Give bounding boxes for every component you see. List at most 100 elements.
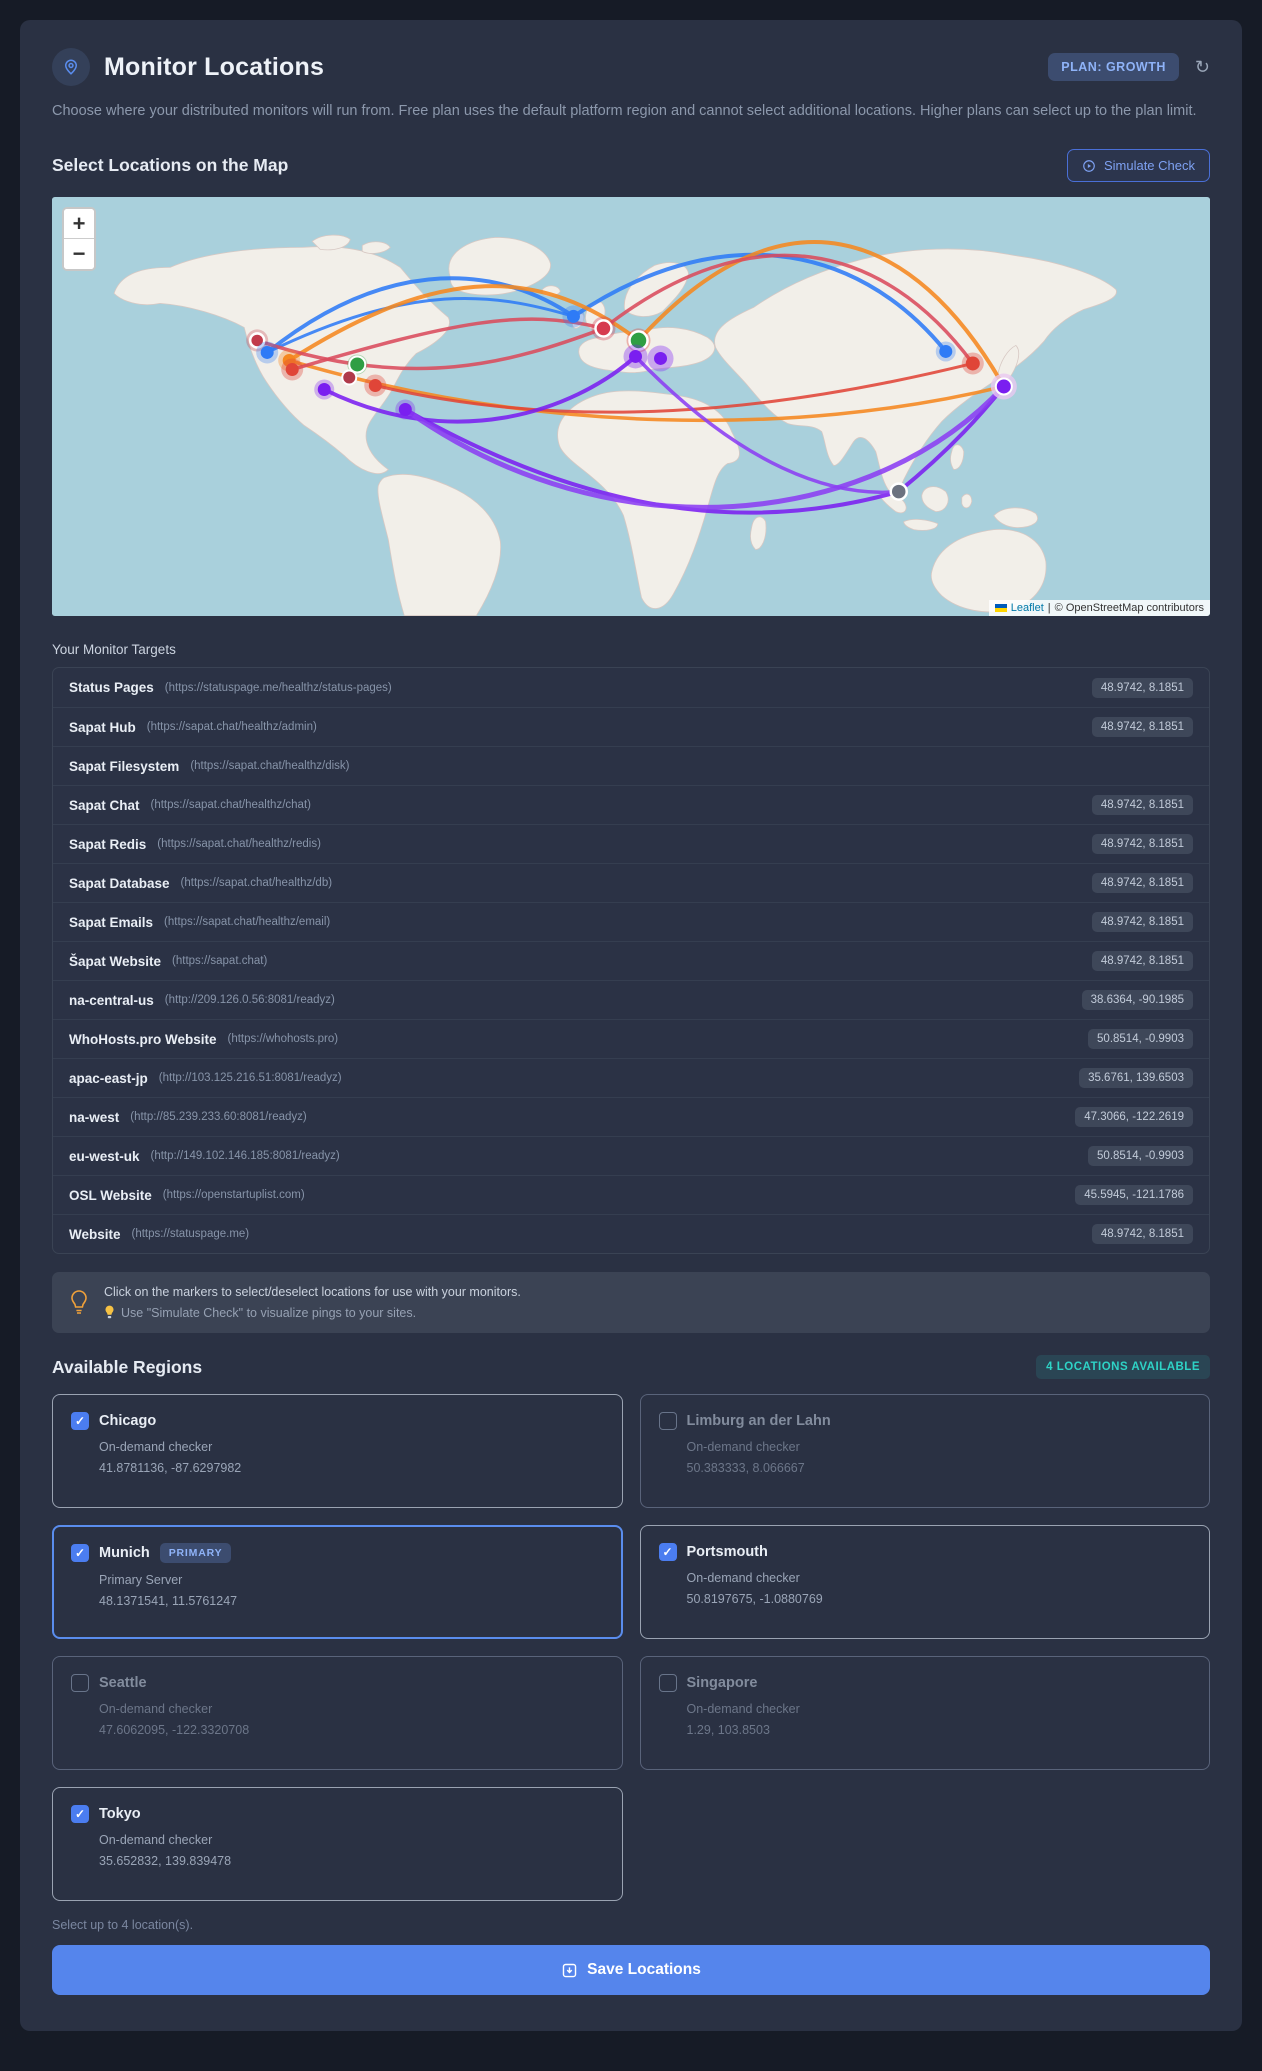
target-coords-badge: 50.8514, -0.9903 [1088, 1029, 1193, 1050]
bulb-emoji-icon [105, 1306, 114, 1319]
target-coords-badge: 38.6364, -90.1985 [1081, 990, 1193, 1011]
target-name: Sapat Filesystem [69, 758, 180, 774]
target-coords-badge: 48.9742, 8.1851 [1091, 951, 1193, 972]
osm-credit: © OpenStreetMap contributors [1054, 602, 1204, 615]
region-subtitle: On-demand checker [686, 1440, 800, 1455]
marker-asia-red[interactable] [961, 352, 984, 375]
zoom-out-button[interactable]: − [64, 239, 94, 270]
region-coords: 50.8197675, -1.0880769 [686, 1592, 823, 1607]
header: Monitor Locations PLAN: GROWTH ↻ [52, 48, 1210, 86]
world-map[interactable]: + − Leaflet | © OpenStreetMap contributo… [52, 197, 1210, 617]
ukraine-flag-icon [994, 604, 1007, 613]
region-card-seattle[interactable]: Seattle On-demand checker 47.6062095, -1… [52, 1656, 623, 1771]
marker-na-red2[interactable] [364, 374, 387, 397]
region-card-munich[interactable]: Munich PRIMARY Primary Server 48.1371541,… [52, 1525, 623, 1640]
table-row: Sapat Database (https://sapat.chat/health… [53, 863, 1209, 902]
marker-eu-blue[interactable] [562, 305, 585, 328]
simulate-check-button[interactable]: Simulate Check [1066, 149, 1210, 183]
target-url: (https://whohosts.pro) [227, 1033, 339, 1046]
target-coords-badge: 48.9742, 8.1851 [1091, 873, 1193, 894]
marker-asia-blue[interactable] [935, 341, 956, 362]
marker-portsmouth[interactable] [591, 316, 616, 341]
save-tray-icon [562, 1963, 577, 1978]
table-row: eu-west-uk (http://149.102.146.185:8081/r… [53, 1136, 1209, 1175]
region-coords: 47.6062095, -122.3320708 [99, 1723, 250, 1738]
refresh-icon[interactable]: ↻ [1195, 58, 1210, 76]
marker-eu-purple2[interactable] [647, 345, 674, 372]
region-card-singapore[interactable]: Singapore On-demand checker 1.29, 103.85… [639, 1656, 1210, 1771]
marker-na-purple[interactable] [314, 379, 335, 400]
target-coords-badge: 35.6761, 139.6503 [1079, 1068, 1193, 1089]
target-name: Šapat Website [69, 953, 162, 969]
region-coords: 50.383333, 8.066667 [686, 1461, 805, 1476]
target-url: (https://sapat.chat/healthz/chat) [150, 799, 311, 812]
region-card-chicago[interactable]: Chicago On-demand checker 41.8781136, -8… [52, 1394, 623, 1509]
locations-available-badge: 4 LOCATIONS AVAILABLE [1036, 1355, 1210, 1380]
map-attribution: Leaflet | © OpenStreetMap contributors [988, 600, 1210, 617]
region-subtitle: On-demand checker [686, 1571, 800, 1586]
target-coords-badge: 48.9742, 8.1851 [1091, 1224, 1193, 1245]
marker-singapore[interactable] [889, 482, 908, 502]
save-locations-button[interactable]: Save Locations [52, 1945, 1210, 1996]
target-coords-badge: 50.8514, -0.9903 [1088, 1146, 1193, 1167]
target-url: (https://sapat.chat/healthz/disk) [190, 760, 350, 773]
target-url: (http://85.239.233.60:8081/readyz) [130, 1111, 307, 1124]
region-card-portsmouth[interactable]: Portsmouth On-demand checker 50.8197675,… [639, 1525, 1210, 1640]
monitor-locations-panel: Monitor Locations PLAN: GROWTH ↻ Choose … [20, 20, 1242, 2032]
target-name: Sapat Database [69, 875, 170, 891]
region-coords: 35.652832, 139.839478 [99, 1854, 232, 1869]
marker-eu-purple[interactable] [623, 344, 648, 369]
checkbox[interactable] [71, 1544, 89, 1563]
leaflet-link[interactable]: Leaflet [1011, 602, 1044, 614]
target-name: na-west [69, 1109, 120, 1125]
zoom-in-button[interactable]: + [64, 209, 94, 240]
region-coords: 41.8781136, -87.6297982 [99, 1461, 242, 1476]
table-row: Sapat Redis (https://sapat.chat/healthz/r… [53, 824, 1209, 863]
marker-na-central[interactable] [341, 369, 358, 386]
region-card-limburg[interactable]: Limburg an der Lahn On-demand checker 50… [639, 1394, 1210, 1509]
play-circle-icon [1083, 160, 1095, 172]
plan-badge: PLAN: GROWTH [1048, 53, 1179, 81]
target-name: apac-east-jp [69, 1070, 148, 1086]
target-coords-badge: 48.9742, 8.1851 [1091, 912, 1193, 933]
checkbox[interactable] [71, 1412, 89, 1431]
region-card-tokyo[interactable]: Tokyo On-demand checker 35.652832, 139.8… [52, 1787, 623, 1902]
marker-na-purple2[interactable] [395, 399, 416, 420]
region-name: Seattle [99, 1675, 147, 1692]
marker-na-red[interactable] [281, 358, 304, 381]
target-name: Status Pages [69, 680, 154, 696]
marker-tokyo[interactable] [990, 373, 1017, 400]
table-row: OSL Website (https://openstartuplist.com)… [53, 1175, 1209, 1214]
table-row: na-central-us (http://209.126.0.56:8081/r… [53, 980, 1209, 1019]
target-url: (http://149.102.146.185:8081/readyz) [150, 1150, 340, 1163]
target-name: Sapat Hub [69, 719, 136, 735]
checkbox[interactable] [658, 1412, 677, 1431]
region-subtitle: On-demand checker [686, 1702, 800, 1717]
target-name: eu-west-uk [69, 1148, 140, 1164]
target-url: (https://sapat.chat/healthz/redis) [157, 838, 321, 851]
region-coords: 48.1371541, 11.5761247 [99, 1594, 238, 1609]
table-row: Sapat Chat (https://sapat.chat/healthz/ch… [53, 785, 1209, 824]
target-url: (https://sapat.chat/healthz/admin) [146, 721, 317, 734]
checkbox[interactable] [658, 1674, 677, 1693]
checkbox[interactable] [71, 1805, 89, 1824]
page-title: Monitor Locations [104, 52, 325, 81]
target-name: Website [69, 1226, 121, 1242]
target-coords-badge: 48.9742, 8.1851 [1091, 677, 1193, 698]
description: Choose where your distributed monitors w… [52, 103, 1197, 119]
checkbox[interactable] [658, 1543, 677, 1562]
region-subtitle: On-demand checker [99, 1702, 213, 1717]
table-row: WhoHosts.pro Website (https://whohosts.pr… [53, 1019, 1209, 1058]
checkbox[interactable] [71, 1674, 89, 1693]
target-coords-badge: 47.3066, -122.2619 [1075, 1107, 1193, 1128]
target-coords-badge: 48.9742, 8.1851 [1091, 834, 1193, 855]
target-name: Sapat Redis [69, 836, 147, 852]
targets-list: Status Pages (https://statuspage.me/healt… [52, 667, 1210, 1255]
target-url: (http://103.125.216.51:8081/readyz) [158, 1072, 342, 1085]
map-section-title: Select Locations on the Map [52, 155, 289, 176]
table-row: Sapat Filesystem (https://sapat.chat/heal… [53, 746, 1209, 785]
regions-heading: Available Regions [52, 1356, 203, 1377]
table-row: Status Pages (https://statuspage.me/healt… [53, 668, 1209, 707]
marker-na-blue[interactable] [256, 341, 279, 364]
region-name: Singapore [686, 1675, 758, 1692]
